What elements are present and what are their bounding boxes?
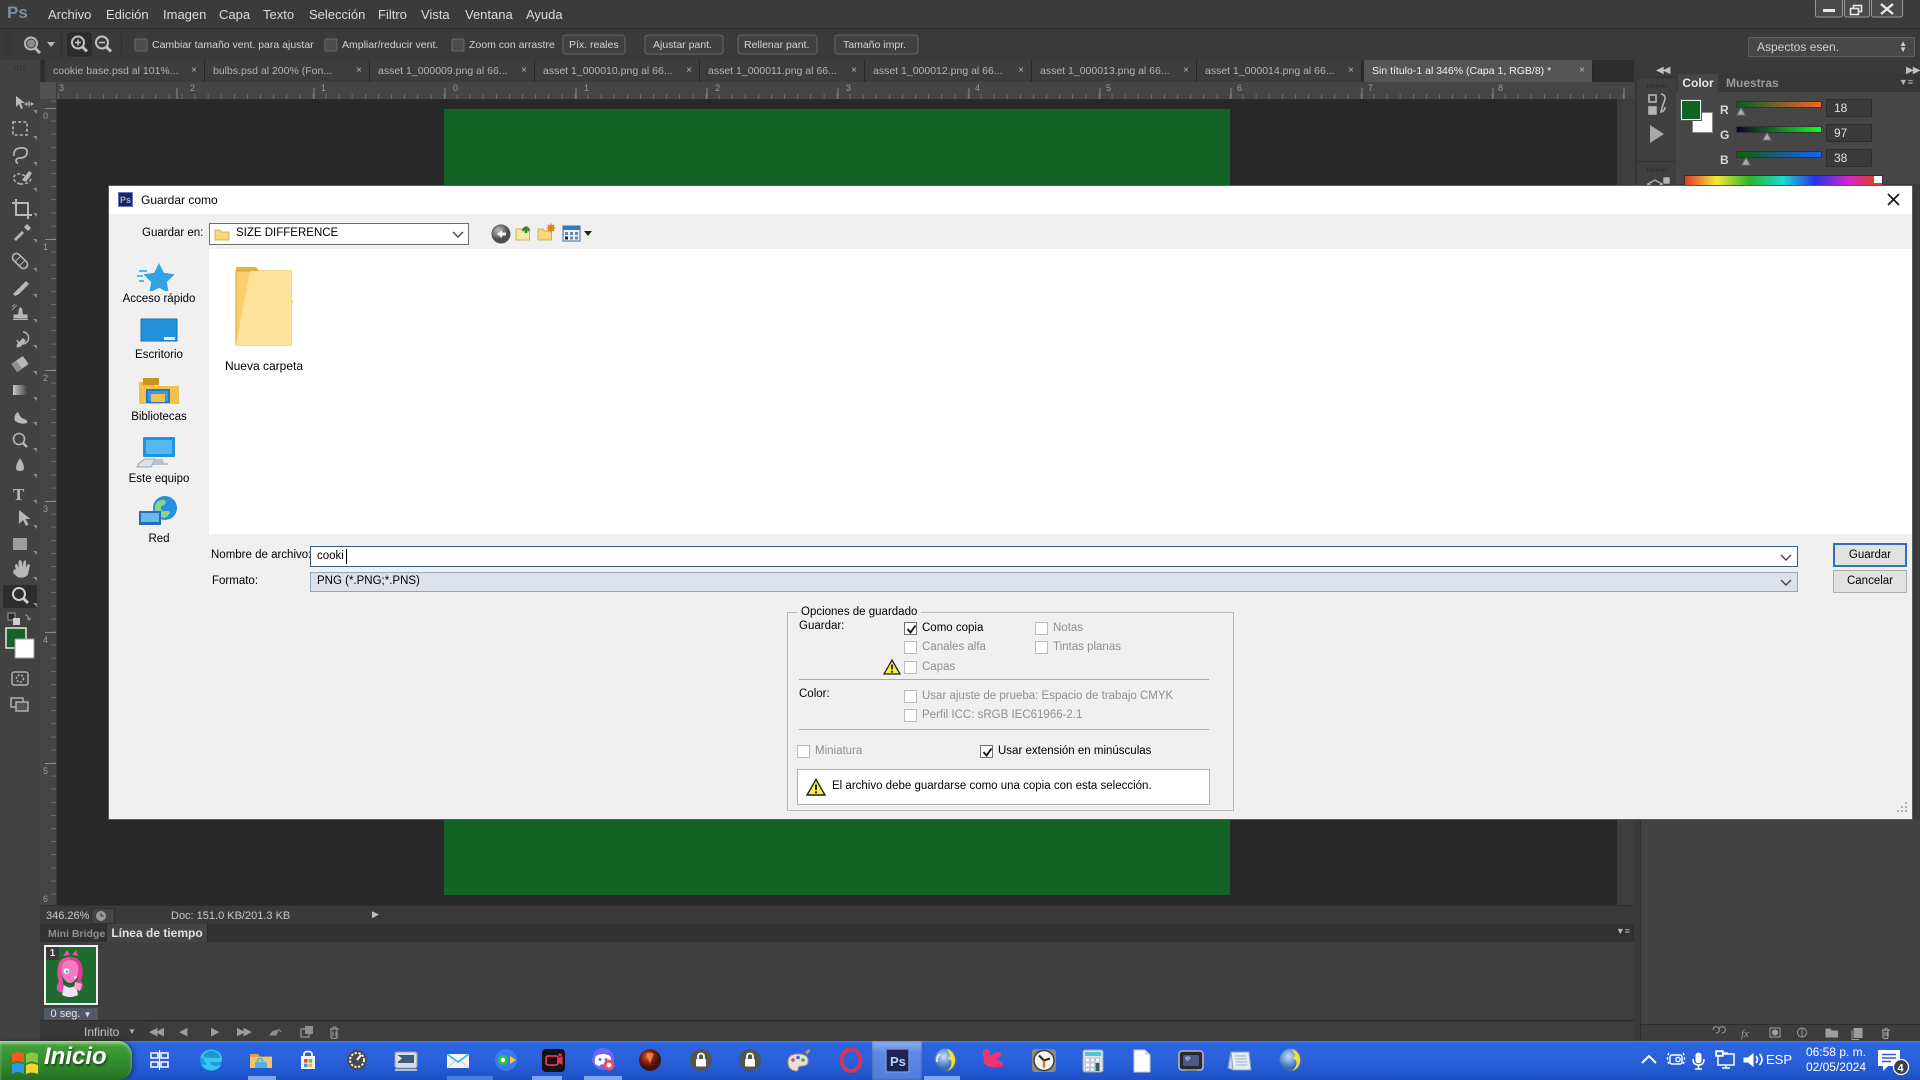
svg-text:T: T — [13, 485, 25, 504]
svg-text:Ps: Ps — [890, 1054, 906, 1069]
svg-text:fx: fx — [1741, 1028, 1749, 1040]
svg-text:4: 4 — [1898, 1063, 1905, 1075]
